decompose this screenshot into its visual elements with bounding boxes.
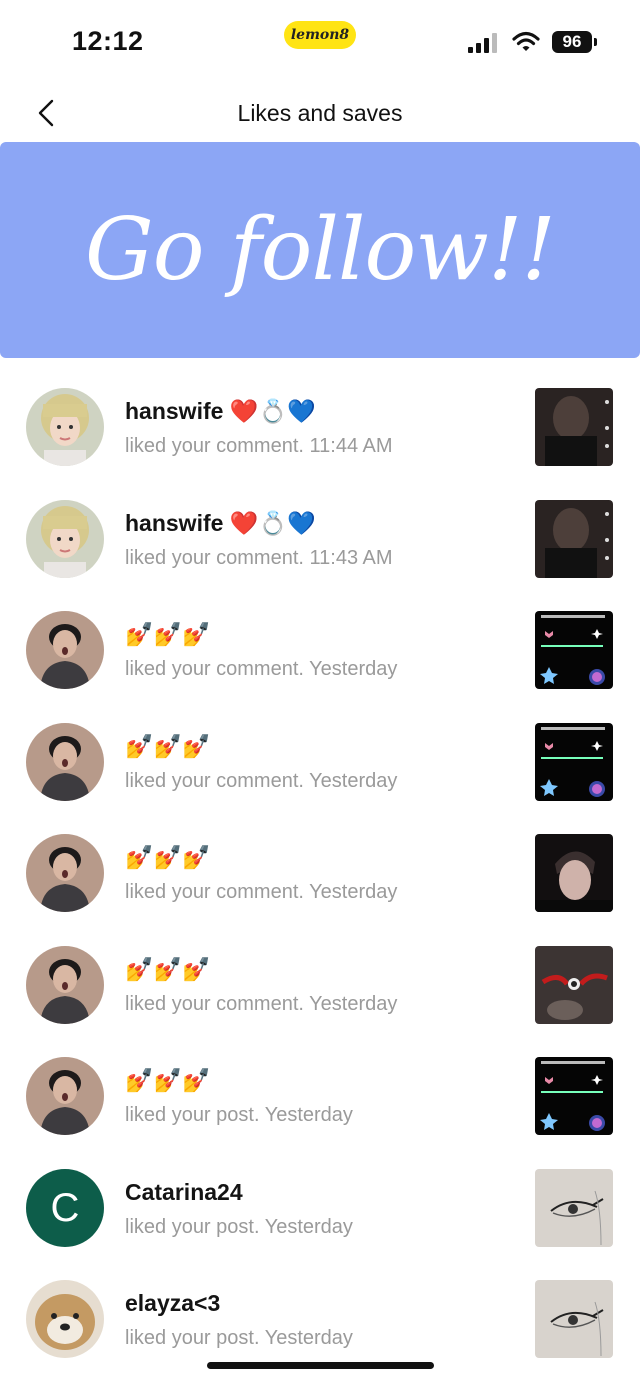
activity-action: liked your post. [125, 1215, 260, 1238]
post-thumbnail[interactable] [535, 611, 613, 689]
avatar[interactable] [26, 945, 104, 1024]
avatar[interactable] [26, 834, 104, 912]
post-thumbnail[interactable] [535, 388, 613, 466]
notification-row[interactable]: 💅💅💅 liked your post. Yesterday [0, 1033, 640, 1145]
notification-row[interactable]: 💅💅💅 liked your comment. Yesterday [0, 587, 640, 699]
activity-action: liked your comment. [125, 658, 304, 680]
post-thumbnail[interactable] [535, 1280, 613, 1358]
username[interactable]: elayza<3 [125, 1290, 220, 1317]
activity-action: liked your comment. [125, 769, 304, 792]
status-time: 12:12 [72, 26, 144, 56]
activity-text: liked your comment. 11:43 AM [125, 547, 393, 570]
activity-text: liked your post. Yesterday [125, 1104, 353, 1127]
lemon8-logo[interactable]: lemon8 [284, 21, 356, 49]
post-thumbnail[interactable] [535, 1057, 613, 1135]
home-indicator[interactable] [207, 1362, 434, 1369]
activity-time: Yesterday [264, 1215, 353, 1238]
avatar[interactable] [26, 1057, 104, 1135]
notification-row[interactable]: 💅💅💅 liked your comment. Yesterday [0, 699, 640, 811]
activity-action: liked your comment. [125, 435, 304, 457]
notification-row[interactable]: 💅💅💅 liked your comment. Yesterday [0, 922, 640, 1034]
activity-time: 11:44 AM [309, 435, 393, 457]
avatar[interactable] [26, 388, 104, 466]
avatar[interactable] [26, 499, 104, 578]
notification-row[interactable]: hanswife ❤️💍💙 liked your comment. 11:44 A… [0, 364, 640, 476]
status-bar: 12:12 lemon8 96 [0, 0, 640, 84]
post-thumbnail[interactable] [535, 945, 613, 1024]
username[interactable]: hanswife ❤️💍💙 [125, 510, 316, 537]
activity-text: liked your post. Yesterday [125, 1216, 353, 1239]
notification-row[interactable]: elayza<3 liked your post. Yesterday [0, 1256, 640, 1368]
username[interactable]: 💅💅💅 [125, 956, 211, 983]
username[interactable]: 💅💅💅 [125, 844, 211, 871]
post-thumbnail[interactable] [535, 834, 613, 912]
activity-action: liked your post. [125, 1104, 260, 1126]
promo-banner[interactable]: Go follow!! [0, 142, 640, 358]
notification-list: hanswife ❤️💍💙 liked your comment. 11:44 A… [0, 364, 640, 1368]
notification-row[interactable]: hanswife ❤️💍💙 liked your comment. 11:43 A… [0, 476, 640, 588]
activity-action: liked your comment. [125, 546, 304, 569]
username[interactable]: 💅💅💅 [125, 733, 211, 760]
post-thumbnail[interactable] [535, 722, 613, 801]
avatar[interactable] [26, 722, 104, 801]
activity-text: liked your comment. Yesterday [125, 658, 397, 681]
banner-text: Go follow!! [85, 200, 556, 300]
activity-action: liked your post. [125, 1327, 260, 1349]
activity-text: liked your comment. 11:44 AM [125, 435, 393, 458]
activity-text: liked your comment. Yesterday [125, 881, 397, 904]
activity-text: liked your comment. Yesterday [125, 993, 397, 1016]
avatar[interactable]: C [26, 1168, 104, 1247]
page-title: Likes and saves [237, 100, 403, 126]
battery-tip [594, 38, 597, 46]
username[interactable]: 💅💅💅 [125, 1067, 211, 1094]
activity-action: liked your comment. [125, 881, 304, 903]
avatar[interactable] [26, 611, 104, 689]
username[interactable]: 💅💅💅 [125, 621, 211, 648]
activity-time: Yesterday [264, 1104, 353, 1126]
notification-row[interactable]: C Catarina24 liked your post. Yesterday [0, 1145, 640, 1257]
post-thumbnail[interactable] [535, 1168, 613, 1247]
username[interactable]: hanswife ❤️💍💙 [125, 398, 316, 425]
wifi-icon [512, 31, 540, 51]
notification-row[interactable]: 💅💅💅 liked your comment. Yesterday [0, 810, 640, 922]
activity-time: Yesterday [309, 881, 398, 903]
activity-text: liked your comment. Yesterday [125, 770, 397, 793]
battery-icon: 96 [552, 31, 592, 53]
activity-time: Yesterday [264, 1327, 353, 1349]
activity-time: 11:43 AM [309, 546, 393, 569]
activity-time: Yesterday [309, 992, 398, 1015]
post-thumbnail[interactable] [535, 499, 613, 578]
activity-action: liked your comment. [125, 992, 304, 1015]
avatar[interactable] [26, 1280, 104, 1358]
username[interactable]: Catarina24 [125, 1179, 243, 1206]
activity-time: Yesterday [309, 769, 398, 792]
activity-text: liked your post. Yesterday [125, 1327, 353, 1350]
activity-time: Yesterday [309, 658, 398, 680]
nav-header: Likes and saves [0, 84, 640, 142]
cellular-signal-icon [468, 33, 500, 53]
